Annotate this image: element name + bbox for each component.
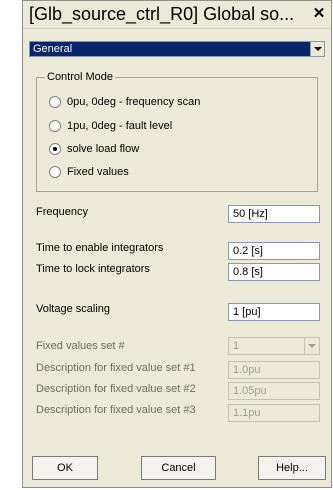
radio-label: Fixed values	[67, 166, 129, 178]
close-icon[interactable]: ✕	[311, 6, 327, 22]
desc3-input[interactable]: 1.1pu	[228, 404, 320, 422]
control-mode-legend: Control Mode	[45, 71, 116, 84]
cancel-button[interactable]: Cancel	[141, 456, 216, 480]
properties-dialog: [Glb_source_ctrl_R0] Global so... ✕ Gene…	[22, 0, 332, 488]
frequency-input[interactable]: 50 [Hz]	[228, 205, 320, 223]
radio-label: 0pu, 0deg - frequency scan	[67, 96, 201, 108]
chevron-down-icon[interactable]	[304, 338, 319, 354]
time-lock-label: Time to lock integrators	[36, 263, 150, 275]
desc1-input[interactable]: 1.0pu	[228, 361, 320, 379]
radio-label: 1pu, 0deg - fault level	[67, 120, 173, 132]
category-select-value: General	[33, 43, 73, 55]
voltage-scaling-label: Voltage scaling	[36, 303, 110, 315]
desc2-input[interactable]: 1.05pu	[228, 382, 320, 400]
fixed-set-label: Fixed values set #	[36, 340, 125, 352]
window-title: [Glb_source_ctrl_R0] Global so...	[29, 4, 295, 24]
ok-button[interactable]: OK	[32, 456, 98, 480]
desc3-label: Description for fixed value set #3	[36, 404, 196, 416]
title-bar[interactable]: [Glb_source_ctrl_R0] Global so... ✕	[23, 1, 331, 29]
chevron-down-icon[interactable]	[310, 42, 324, 56]
radio-button[interactable]	[49, 96, 61, 108]
radio-button[interactable]	[49, 166, 61, 178]
fixed-set-select[interactable]: 1	[228, 337, 320, 355]
time-lock-input[interactable]: 0.8 [s]	[228, 263, 320, 281]
control-mode-group: Control Mode 0pu, 0deg - frequency scan …	[36, 71, 318, 192]
category-select[interactable]: General	[29, 41, 325, 57]
desc2-label: Description for fixed value set #2	[36, 383, 196, 395]
help-button[interactable]: Help...	[258, 456, 326, 480]
radio-button-checked[interactable]	[49, 143, 61, 155]
radio-button[interactable]	[49, 120, 61, 132]
time-enable-input[interactable]: 0.2 [s]	[228, 242, 320, 260]
radio-label: solve load flow	[67, 143, 140, 155]
desc1-label: Description for fixed value set #1	[36, 362, 196, 374]
voltage-scaling-input[interactable]: 1 [pu]	[228, 303, 320, 321]
time-enable-label: Time to enable integrators	[36, 242, 164, 254]
frequency-label: Frequency	[36, 206, 88, 218]
fixed-set-value: 1	[233, 340, 240, 352]
